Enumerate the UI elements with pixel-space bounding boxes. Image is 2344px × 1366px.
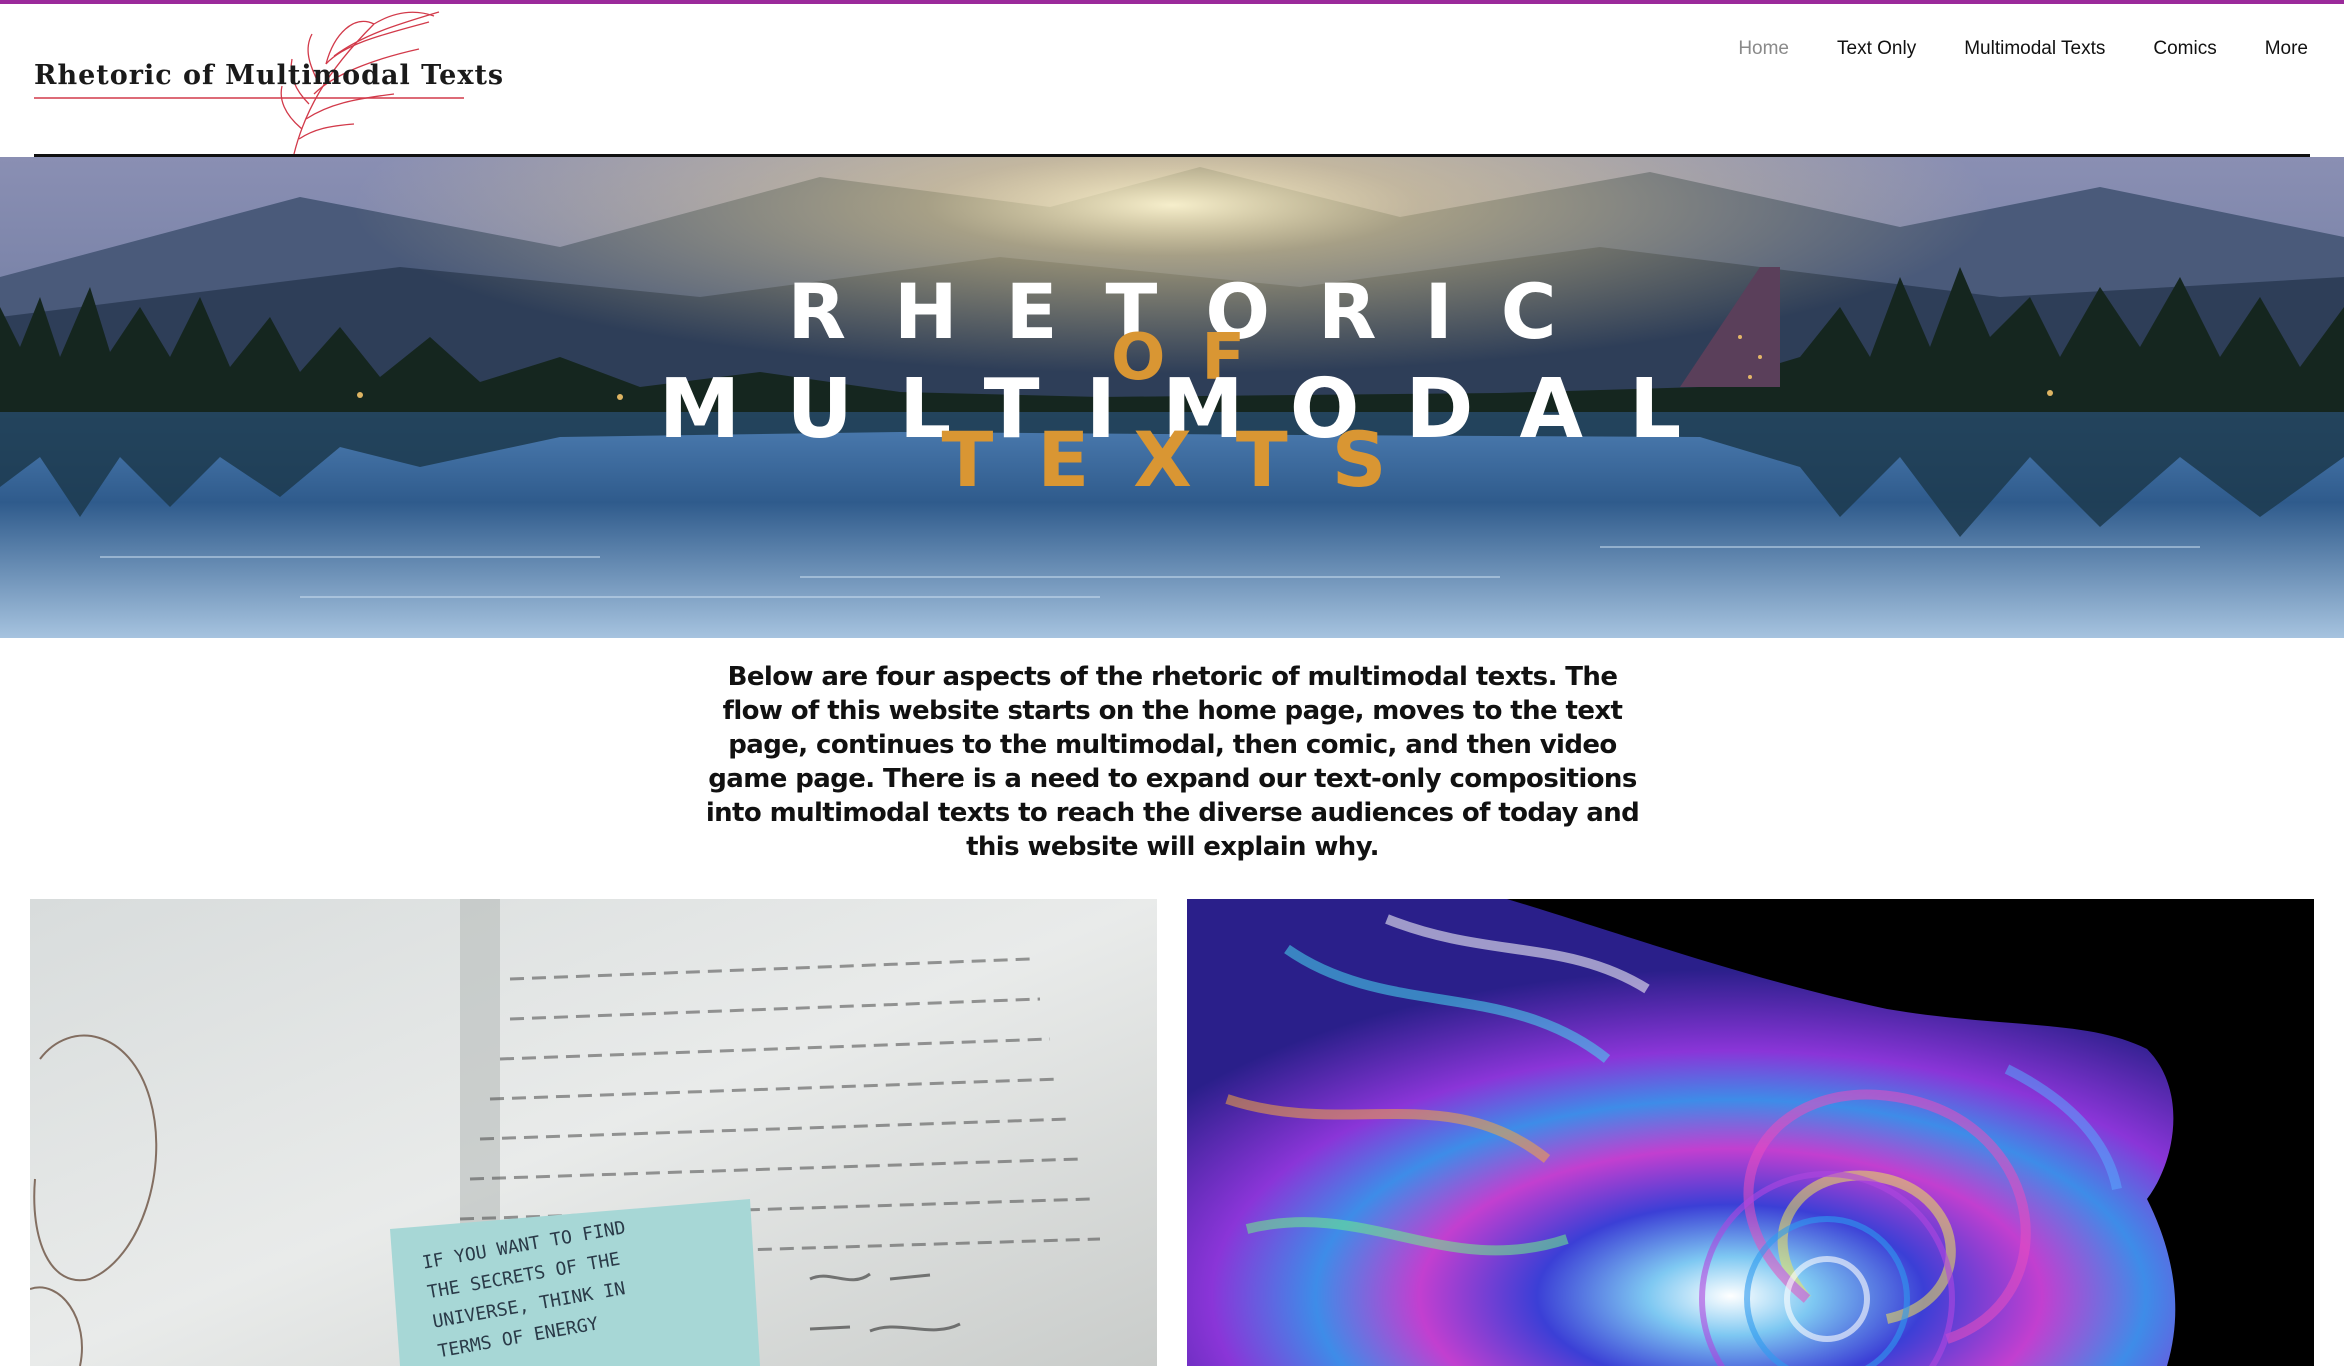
- hero-banner: RHETORIC OF MULTIMODAL TEXTS: [0, 157, 2344, 638]
- card-text-only[interactable]: IF YOU WANT TO FIND THE SECRETS OF THE U…: [30, 899, 1157, 1366]
- hero-title: RHETORIC OF MULTIMODAL TEXTS: [0, 157, 2344, 638]
- logo-underline: [34, 97, 464, 99]
- site-logo[interactable]: Rhetoric of Multimodal Texts: [34, 4, 503, 156]
- site-header: Rhetoric of Multimodal Texts Home Text O…: [0, 4, 2344, 157]
- logo-text: Rhetoric of Multimodal Texts: [34, 60, 505, 91]
- main-nav: Home Text Only Multimodal Texts Comics M…: [1714, 34, 2332, 64]
- nav-item-multimodal-texts[interactable]: Multimodal Texts: [1940, 34, 2129, 64]
- hero-title-texts: TEXTS: [941, 415, 1431, 504]
- nav-item-comics[interactable]: Comics: [2129, 34, 2240, 64]
- nav-item-text-only[interactable]: Text Only: [1813, 34, 1940, 64]
- nav-item-home[interactable]: Home: [1714, 34, 1813, 64]
- swirl-art-image: [1187, 899, 2314, 1366]
- intro-paragraph: Below are four aspects of the rhetoric o…: [705, 662, 1640, 862]
- card-multimodal[interactable]: [1187, 899, 2314, 1366]
- nav-item-more[interactable]: More: [2241, 34, 2332, 64]
